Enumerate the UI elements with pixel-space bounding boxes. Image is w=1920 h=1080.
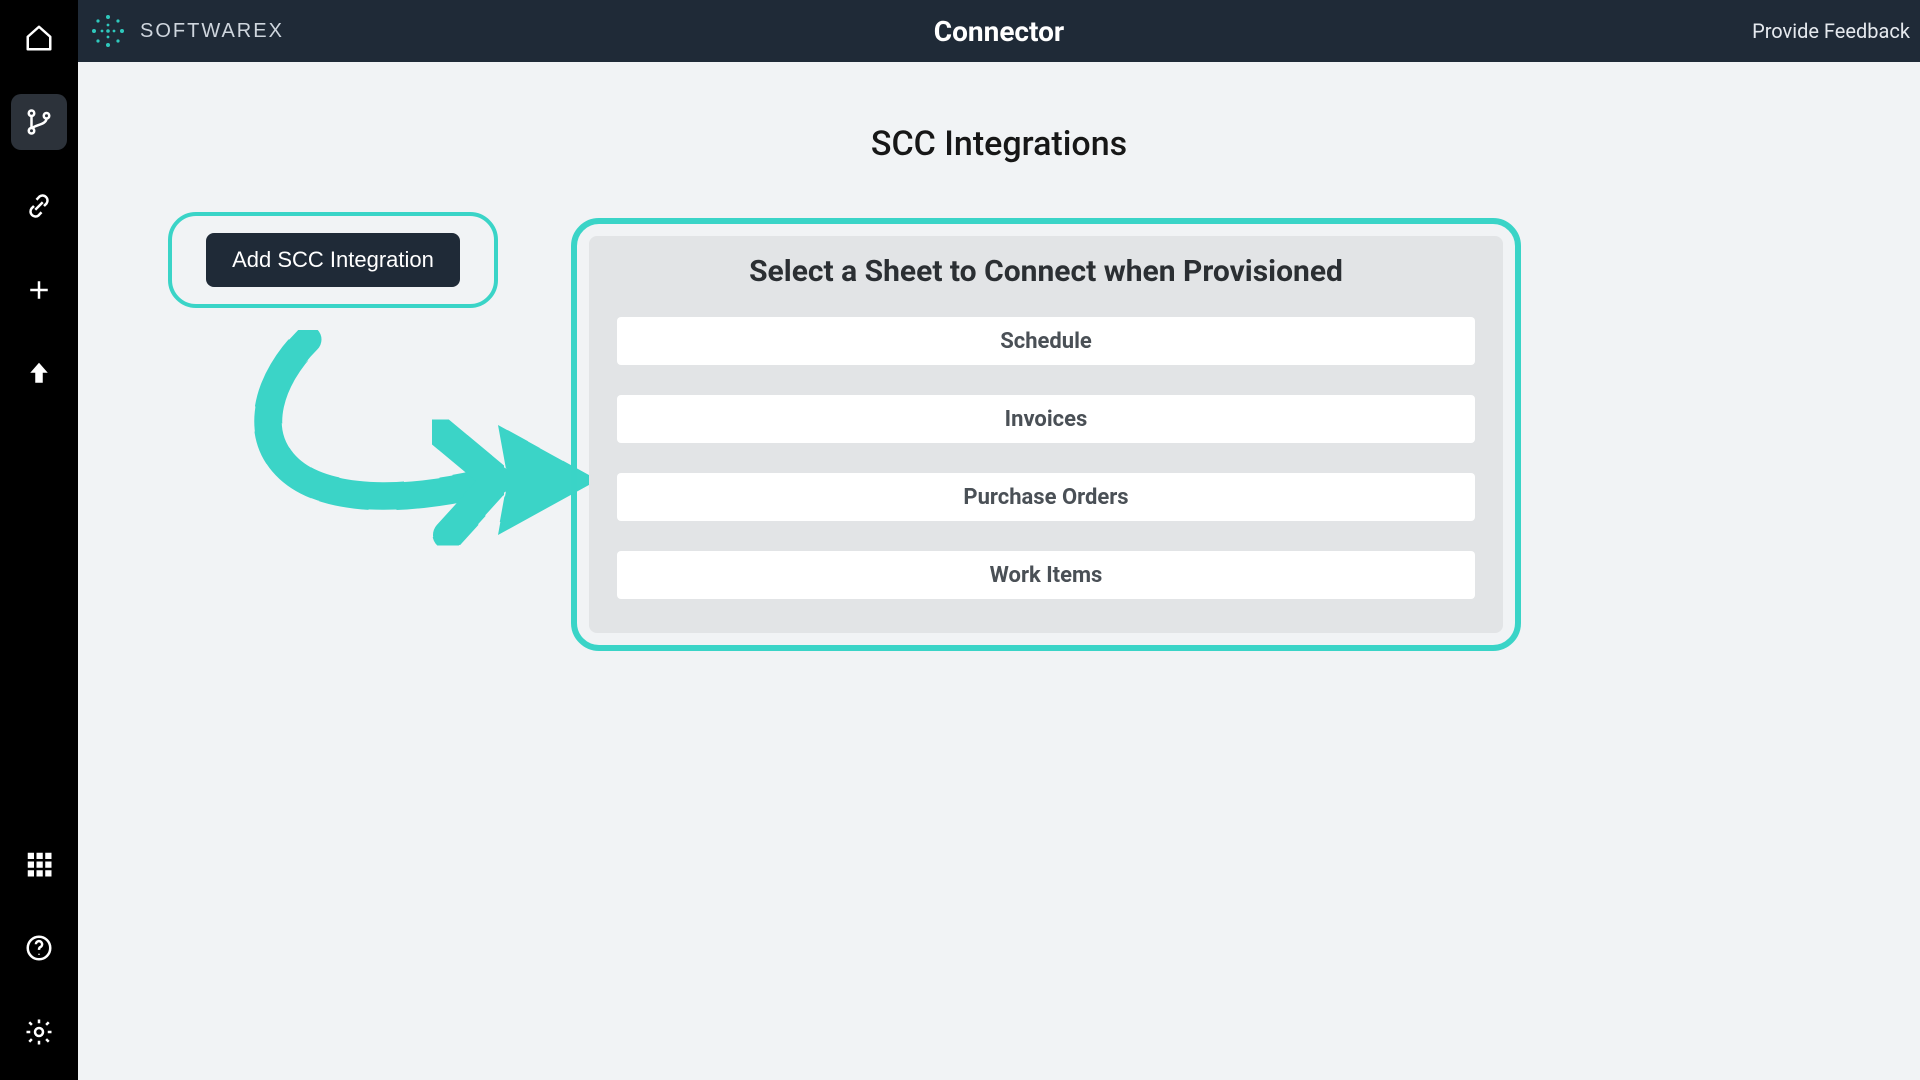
- panel-title: Select a Sheet to Connect when Provision…: [617, 254, 1475, 289]
- grid-icon: [24, 849, 54, 879]
- add-button[interactable]: [11, 262, 67, 318]
- brand-logo: [88, 11, 128, 51]
- upload-icon: [24, 359, 54, 389]
- sidebar-bottom-group: [11, 836, 67, 1060]
- sheet-option-invoices[interactable]: Invoices: [617, 395, 1475, 443]
- sidebar: [0, 0, 78, 1080]
- link-button[interactable]: [11, 178, 67, 234]
- arrow-annotation: [198, 330, 618, 630]
- page-title: SCC Integrations: [78, 124, 1920, 164]
- sheet-select-panel: Select a Sheet to Connect when Provision…: [571, 218, 1521, 651]
- plus-icon: [24, 275, 54, 305]
- home-button[interactable]: [11, 10, 67, 66]
- link-icon: [24, 191, 54, 221]
- git-branch-icon: [24, 107, 54, 137]
- brand: SOFTWAREX: [88, 11, 284, 51]
- branch-button[interactable]: [11, 94, 67, 150]
- page-header-title: Connector: [934, 15, 1064, 48]
- sheet-option-schedule[interactable]: Schedule: [617, 317, 1475, 365]
- apps-button[interactable]: [11, 836, 67, 892]
- topbar: SOFTWAREX Connector Provide Feedback: [78, 0, 1920, 62]
- gear-icon: [24, 1017, 54, 1047]
- help-icon: [24, 933, 54, 963]
- brand-name: SOFTWAREX: [140, 20, 284, 43]
- add-integration-callout: Add SCC Integration: [168, 212, 498, 308]
- help-button[interactable]: [11, 920, 67, 976]
- sheet-option-work-items[interactable]: Work Items: [617, 551, 1475, 599]
- main-content: SCC Integrations Add SCC Integration Sel…: [78, 62, 1920, 1080]
- sheet-select-panel-inner: Select a Sheet to Connect when Provision…: [589, 236, 1503, 633]
- upload-button[interactable]: [11, 346, 67, 402]
- sidebar-top-group: [11, 10, 67, 402]
- logo-icon: [88, 11, 128, 51]
- provide-feedback-link[interactable]: Provide Feedback: [1752, 19, 1910, 43]
- home-icon: [24, 23, 54, 53]
- sheet-option-purchase-orders[interactable]: Purchase Orders: [617, 473, 1475, 521]
- settings-button[interactable]: [11, 1004, 67, 1060]
- add-scc-integration-button[interactable]: Add SCC Integration: [206, 233, 460, 287]
